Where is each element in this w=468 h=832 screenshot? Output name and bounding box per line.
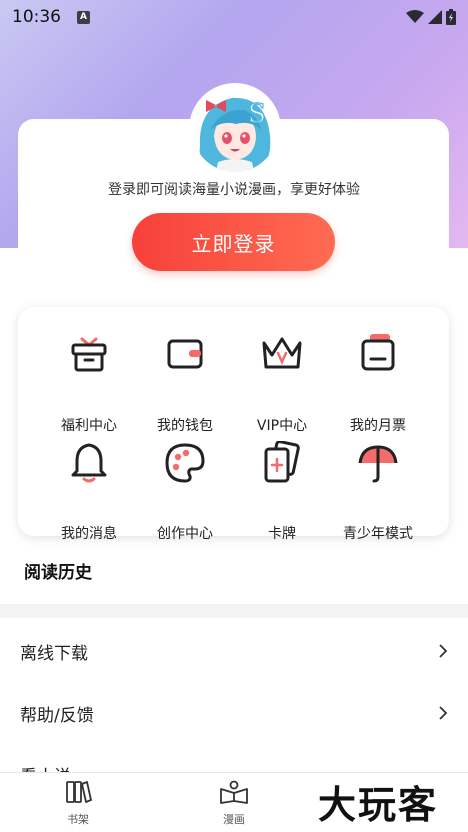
feature-label: 我的月票 [350,418,406,434]
status-time: 10:36 [12,7,61,27]
feature-label: 创作中心 [157,526,213,542]
chevron-right-icon [439,644,448,658]
umbrella-icon [358,445,398,483]
bookshelf-icon [66,781,92,803]
feature-label: 我的钱包 [157,418,213,434]
gift-icon [71,337,107,372]
chevron-right-icon [439,706,448,720]
feature-monthly-ticket[interactable]: 我的月票 [328,333,428,434]
tab-label: 书架 [67,813,89,826]
feature-label: 青少年模式 [343,526,413,542]
feature-cards[interactable]: 卡牌 [232,441,332,542]
feature-messages[interactable]: 我的消息 [39,441,139,542]
feature-creation-center[interactable]: 创作中心 [135,441,235,542]
bell-icon [71,443,107,483]
menu-label: 离线下载 [20,643,88,664]
feature-label: 我的消息 [61,526,117,542]
status-icons [406,9,456,25]
menu-label: 帮助/反馈 [20,705,94,726]
ticket-icon [361,334,395,371]
palette-icon [165,443,205,483]
watermark-logo: 大玩客 [318,782,439,827]
battery-icon [446,9,456,25]
tab-bookshelf[interactable]: 书架 [48,779,108,827]
feature-label: 福利中心 [61,418,117,434]
feature-label: VIP中心 [256,418,308,434]
menu-read-novels[interactable]: 看小说 [0,744,468,774]
wallet-icon [167,339,203,369]
tab-comics[interactable]: 漫画 [204,779,264,827]
feature-wallet[interactable]: 我的钱包 [135,333,235,434]
user-avatar[interactable]: S [192,86,278,172]
feature-label: 卡牌 [268,526,296,542]
reading-history-title[interactable]: 阅读历史 [24,558,92,583]
menu-help-feedback[interactable]: 帮助/反馈 [0,682,468,744]
wifi-icon [406,10,424,23]
svg-text:S: S [248,99,266,129]
login-prompt: 登录即可阅读海量小说漫画，享更好体验 [108,182,360,198]
open-book-icon [220,780,248,804]
status-bar: 10:36 A [0,0,468,34]
tab-label: 漫画 [223,813,245,826]
crown-icon [262,337,302,369]
input-method-badge: A [77,10,90,24]
feature-teen-mode[interactable]: 青少年模式 [328,441,428,542]
feature-welfare-center[interactable]: 福利中心 [39,333,139,434]
feature-vip-center[interactable]: VIP中心 [232,333,332,434]
signal-icon [428,10,442,24]
feature-grid: 福利中心 我的钱包 VIP中心 我的月票 我的消息 创作中心 卡牌 青少年模式 [18,307,449,542]
login-button[interactable]: 立即登录 [132,213,335,271]
anime-avatar-icon: S [192,86,278,172]
cards-icon [264,441,300,483]
menu-offline-download[interactable]: 离线下载 [0,620,468,682]
section-divider [0,604,468,618]
